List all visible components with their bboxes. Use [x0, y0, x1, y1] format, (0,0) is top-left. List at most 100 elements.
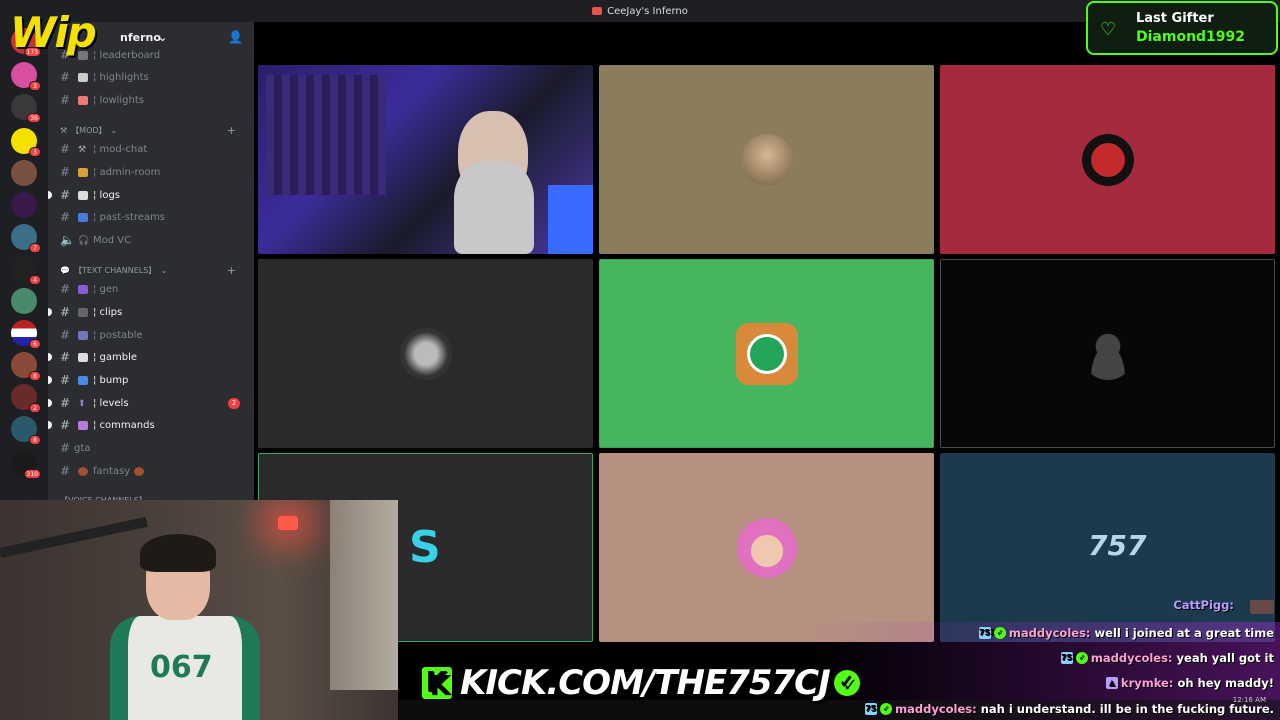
channel-emoji-icon [78, 167, 88, 177]
server-icon[interactable]: 2 [11, 384, 41, 413]
s-logo-icon: S [409, 522, 441, 573]
chat-username: CattPigg: [1173, 598, 1234, 612]
hash-icon: # [60, 418, 71, 432]
participant-tile-camera[interactable] [258, 65, 593, 254]
channel-lowlights[interactable]: # ¦ lowlights [56, 90, 246, 110]
speech-bubble-icon: 💬 [60, 265, 70, 275]
chat-username: krymke: [1120, 676, 1174, 690]
gifter-name: Diamond1992 [1136, 29, 1246, 45]
unread-pip [48, 399, 52, 407]
channel-label: Mod VC [93, 234, 132, 246]
server-icon[interactable]: 8 [11, 416, 41, 445]
chevron-down-icon: ⌄ [160, 265, 168, 275]
channel-fantasy[interactable]: # fantasy [56, 461, 246, 481]
participant-tile[interactable] [599, 65, 934, 254]
hash-icon: # [60, 93, 71, 107]
server-icon[interactable] [11, 192, 37, 218]
chevron-down-icon: ⌄ [158, 31, 168, 44]
add-channel-icon[interactable]: + [227, 264, 236, 277]
channel-logs[interactable]: # ¦ logs [48, 185, 246, 205]
jersey-number: 067 [150, 650, 213, 685]
hash-icon: # [60, 210, 71, 224]
category-label: 【MOD】 [71, 125, 107, 135]
arrow-up-icon: ⬆ [78, 398, 86, 409]
channel-bump[interactable]: # ¦ bump [48, 370, 246, 390]
server-icon[interactable]: 6 [11, 320, 41, 349]
channel-label: ¦ postable [93, 329, 143, 341]
category-text-channels[interactable]: 💬 【TEXT CHANNELS】 ⌄ + [60, 262, 246, 278]
football-icon [134, 466, 145, 476]
add-channel-icon[interactable]: + [227, 124, 236, 137]
speaker-icon: 🔈 [60, 233, 75, 247]
channel-emoji-icon [78, 284, 88, 294]
hash-icon: # [60, 142, 71, 156]
unread-pip [48, 421, 52, 429]
participant-tile[interactable] [940, 65, 1275, 254]
channel-gta[interactable]: # gta [56, 438, 246, 458]
server-icon[interactable]: 4 [11, 256, 41, 285]
participant-avatar [1081, 133, 1134, 186]
unread-badge: 310 [23, 469, 41, 479]
channel-label: ¦ clips [93, 306, 123, 318]
channel-past-streams[interactable]: # ¦ past-streams [56, 207, 246, 227]
participant-tile-speaking[interactable] [599, 259, 934, 448]
server-icon[interactable]: 3 [11, 62, 41, 91]
server-icon[interactable] [11, 288, 37, 314]
category-mod[interactable]: ⚒ 【MOD】 ⌄ + [60, 122, 246, 138]
mic-arm [0, 516, 148, 558]
chat-message: ▲ krymke: oh hey maddy! [1105, 674, 1274, 692]
channel-emoji-icon [78, 190, 88, 200]
channel-highlights[interactable]: # ¦ highlights [56, 67, 246, 87]
emote-icon [1250, 600, 1274, 614]
gifter-label: Last Gifter [1136, 11, 1214, 26]
channel-gen[interactable]: # ¦ gen [56, 279, 246, 299]
unread-badge: 3 [29, 147, 41, 157]
chat-username: maddycoles: [1090, 651, 1173, 665]
channel-admin-room[interactable]: # ¦ admin-room [56, 162, 246, 182]
invite-people-icon[interactable]: 👤 [228, 30, 243, 44]
channel-emoji-icon [78, 420, 88, 430]
channel-emoji-icon [78, 330, 88, 340]
chat-text: yeah yall got it [1176, 651, 1274, 665]
chevron-down-icon: ⌄ [110, 125, 118, 135]
channel-commands[interactable]: # ¦ commands [48, 415, 246, 435]
participant-tile[interactable] [599, 453, 934, 642]
room-light [548, 185, 593, 254]
badge-icon: 757 [865, 703, 882, 715]
participant-avatar [399, 327, 452, 380]
server-icon[interactable]: 8 [11, 352, 41, 381]
channel-levels[interactable]: # ⬆ ¦ levels 2 [48, 393, 246, 413]
channel-label: ¦ past-streams [93, 211, 166, 223]
chat-message: 757 ✓ maddycoles: well i joined at a gre… [978, 624, 1274, 642]
chat-text: well i joined at a great time [1094, 626, 1274, 640]
badge-icon: 757 [978, 627, 996, 639]
kick-logo-icon: K [422, 667, 452, 699]
channel-mod-vc[interactable]: 🔈 🎧 Mod VC [56, 230, 246, 250]
server-icon[interactable] [11, 160, 37, 186]
unread-badge: 7 [29, 243, 41, 253]
chat-message: 757 ✓ maddycoles: nah i understand. ill … [865, 700, 1274, 718]
participant-tile[interactable] [258, 259, 593, 448]
channel-gamble[interactable]: # ¦ gamble [48, 347, 246, 367]
channel-mod-chat[interactable]: # ⚒ ¦ mod-chat [56, 139, 246, 159]
hash-icon: # [60, 282, 71, 296]
streamer-hair [140, 534, 216, 572]
channel-clips[interactable]: # ¦ clips [48, 302, 246, 322]
server-icon[interactable]: 36 [11, 94, 41, 123]
video-call-grid: S 757 [254, 22, 1280, 720]
participant-tile[interactable] [940, 259, 1275, 448]
app-icon [592, 7, 603, 15]
channel-emoji-icon [78, 95, 88, 105]
chat-username: maddycoles: [1008, 626, 1091, 640]
participant-tile[interactable]: 757 [940, 453, 1275, 642]
participant-beard [454, 161, 534, 254]
channel-label: ¦ bump [93, 374, 129, 386]
channel-label: gta [74, 442, 91, 454]
channel-postable[interactable]: # ¦ postable [56, 325, 246, 345]
participant-avatar [740, 133, 793, 186]
server-icon[interactable]: 310 [11, 450, 41, 479]
channel-label: ¦ logs [93, 189, 121, 201]
server-icon[interactable]: 7 [11, 224, 41, 253]
acoustic-foam [266, 75, 386, 195]
server-icon[interactable]: 3 [11, 128, 41, 157]
